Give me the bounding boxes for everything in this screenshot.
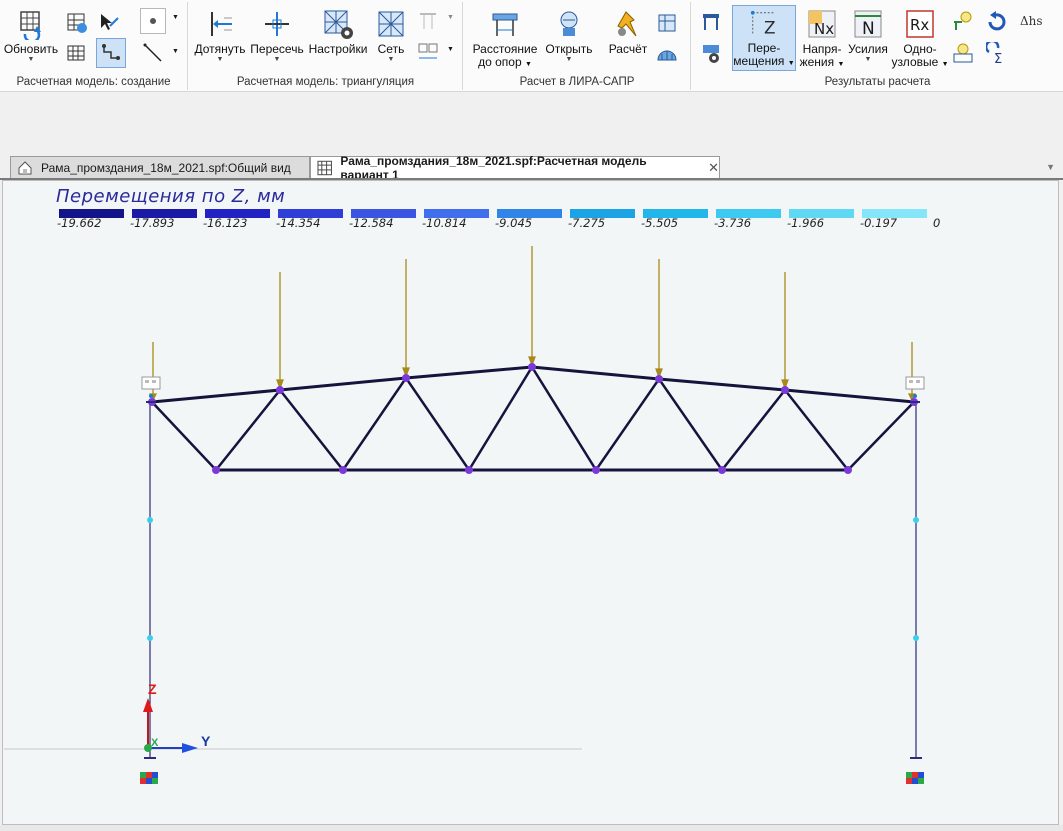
load-arrows [148, 246, 917, 402]
model-drawing: Z Y X [4, 246, 925, 784]
node[interactable] [913, 517, 919, 523]
top-chord[interactable] [151, 365, 915, 404]
node[interactable] [147, 517, 153, 523]
node[interactable] [147, 635, 153, 641]
axis-x-label: X [151, 737, 159, 749]
axis-z-label: Z [148, 681, 157, 697]
support-marker-left [140, 772, 158, 784]
node[interactable] [913, 635, 919, 641]
axis-triad: Z Y X [143, 681, 211, 753]
axis-y-label: Y [201, 733, 211, 749]
support-marker-right [906, 772, 924, 784]
truss-diagonals[interactable] [151, 364, 915, 473]
truss-nodes[interactable] [148, 363, 918, 474]
status-strip [0, 825, 1063, 831]
